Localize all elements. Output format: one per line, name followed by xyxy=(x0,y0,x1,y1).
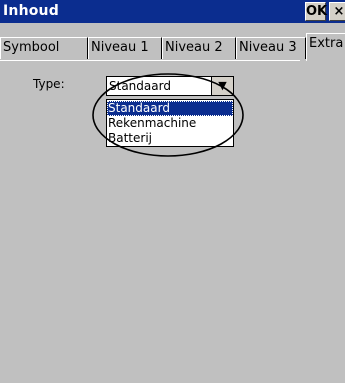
window-title: Inhoud xyxy=(3,3,59,19)
option-rekenmachine[interactable]: Rekenmachine xyxy=(107,116,233,131)
tab-symbool[interactable]: Symbool xyxy=(0,37,88,59)
tab-niveau-3[interactable]: Niveau 3 xyxy=(236,37,306,59)
tab-content-extra: Type: Standaard ▼ Standaard Rekenmachine… xyxy=(0,61,345,383)
type-dropdown-list: Standaard Rekenmachine Batterij xyxy=(106,99,234,147)
ok-button[interactable]: OK xyxy=(305,2,327,21)
close-button[interactable]: × xyxy=(329,2,345,21)
chevron-down-icon[interactable]: ▼ xyxy=(211,77,233,95)
type-select[interactable]: Standaard ▼ xyxy=(106,76,234,96)
option-standaard[interactable]: Standaard xyxy=(107,101,233,116)
type-select-value: Standaard xyxy=(109,79,171,93)
option-batterij[interactable]: Batterij xyxy=(107,131,233,146)
tab-extra[interactable]: Extra xyxy=(306,33,345,61)
tab-niveau-2[interactable]: Niveau 2 xyxy=(162,37,236,59)
tab-strip: Symbool Niveau 1 Niveau 2 Niveau 3 Extra xyxy=(0,23,345,61)
type-label: Type: xyxy=(33,77,65,91)
title-bar: Inhoud OK × xyxy=(0,0,345,23)
tab-niveau-1[interactable]: Niveau 1 xyxy=(88,37,162,59)
